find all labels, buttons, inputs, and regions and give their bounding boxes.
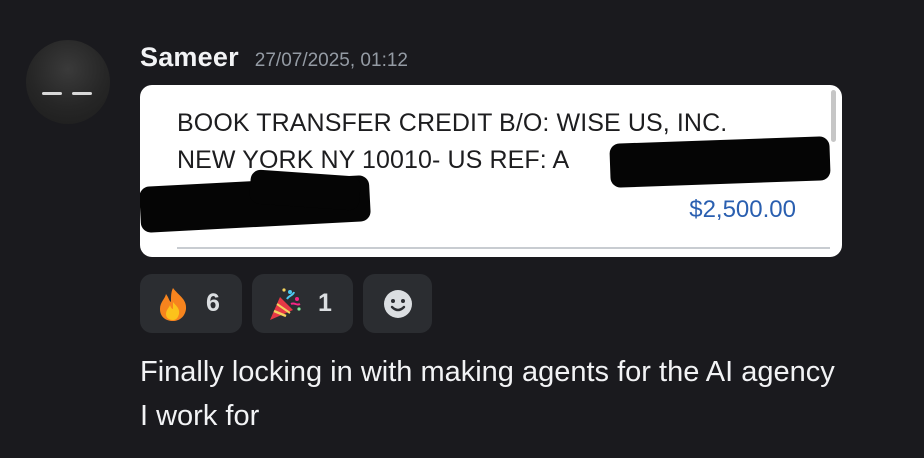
avatar-eye-right [72,92,92,95]
reaction-count: 1 [318,289,332,317]
scrollbar [831,90,836,142]
party-popper-emoji-icon [266,285,304,323]
author-name[interactable]: Sameer [140,42,239,73]
message-text: Finally locking in with making agents fo… [140,356,835,432]
reaction-fire[interactable]: 6 [140,274,242,333]
fire-emoji-icon [154,285,192,323]
reactions-bar: 6 1 [140,274,432,333]
transfer-amount: $2,500.00 [689,196,796,223]
timestamp[interactable]: 27/07/2025, 01:12 [255,50,408,72]
transfer-line-2: NEW YORK NY 10010- US REF: A [177,146,570,174]
avatar[interactable] [26,40,110,124]
reaction-party-popper[interactable]: 1 [252,274,353,333]
add-reaction-button[interactable] [363,274,432,333]
redaction-mark [609,136,831,188]
add-reaction-icon [379,285,417,323]
message-header: Sameer 27/07/2025, 01:12 [140,42,408,78]
divider [177,247,830,249]
reaction-count: 6 [206,289,220,317]
image-attachment[interactable]: BOOK TRANSFER CREDIT B/O: WISE US, INC. … [140,85,842,257]
avatar-eye-left [42,92,62,95]
transfer-line-1: BOOK TRANSFER CREDIT B/O: WISE US, INC. [177,109,728,137]
